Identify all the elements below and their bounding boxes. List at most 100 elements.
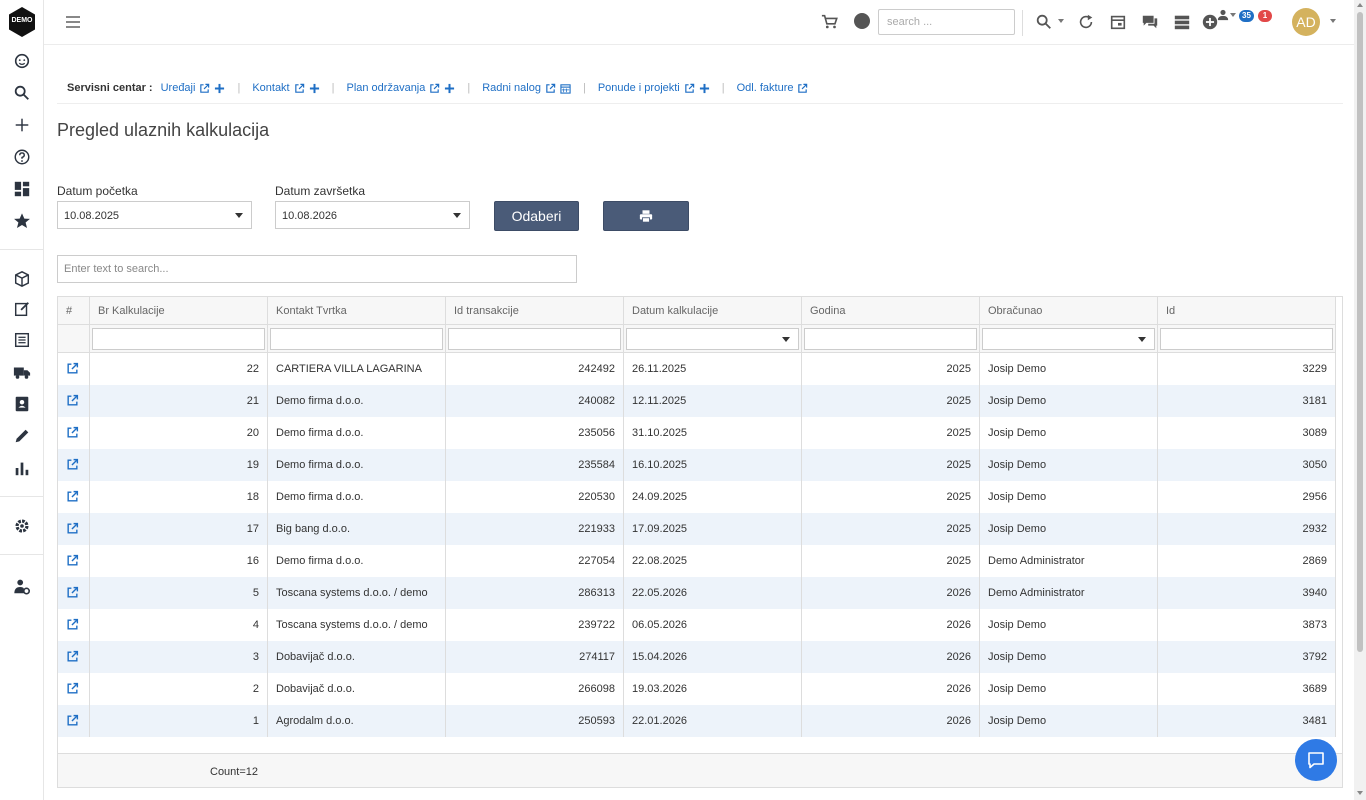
alerts-badge[interactable]: 1 xyxy=(1258,10,1272,22)
table-row[interactable]: 21 Demo firma d.o.o. 240082 12.11.2025 2025 J… xyxy=(58,385,1336,417)
column-header[interactable]: Br Kalkulacije xyxy=(90,297,268,324)
calendar-icon[interactable] xyxy=(1108,12,1128,32)
topbar: 35 1 AD xyxy=(44,0,1354,45)
printer-icon xyxy=(639,210,653,223)
cart-icon[interactable] xyxy=(820,12,840,32)
column-header[interactable]: Id transakcije xyxy=(446,297,624,324)
column-filter-input[interactable] xyxy=(270,327,443,350)
table-cell: Josip Demo xyxy=(980,449,1158,481)
external-link-icon[interactable] xyxy=(66,650,79,663)
top-search-input[interactable] xyxy=(878,9,1015,35)
external-link-icon[interactable] xyxy=(66,618,79,631)
table-row[interactable]: 20 Demo firma d.o.o. 235056 31.10.2025 2025 J… xyxy=(58,417,1336,449)
table-row[interactable]: 19 Demo firma d.o.o. 235584 16.10.2025 2025 J… xyxy=(58,449,1336,481)
table-row[interactable]: 16 Demo firma d.o.o. 227054 22.08.2025 2025 D… xyxy=(58,545,1336,577)
external-link-icon[interactable] xyxy=(66,682,79,695)
table-cell: Demo firma d.o.o. xyxy=(268,545,446,577)
calendar-icon[interactable] xyxy=(560,83,571,94)
scroll-thumb[interactable] xyxy=(1357,12,1363,652)
start-date-value: 10.08.2025 xyxy=(64,210,120,222)
demo-logo[interactable]: DEMO xyxy=(8,6,36,38)
search-icon[interactable] xyxy=(12,83,32,103)
help-icon[interactable] xyxy=(12,147,32,167)
user-settings-icon[interactable] xyxy=(12,577,32,597)
plus-icon[interactable] xyxy=(699,83,710,94)
notifications-badge[interactable]: 35 xyxy=(1239,10,1254,22)
table-row[interactable]: 18 Demo firma d.o.o. 220530 24.09.2025 2025 J… xyxy=(58,481,1336,513)
column-header[interactable]: Obračunao xyxy=(980,297,1158,324)
chat-support-button[interactable] xyxy=(1295,739,1337,781)
column-filter-input[interactable] xyxy=(92,327,265,350)
table-row[interactable]: 1 Agrodalm d.o.o. 250593 22.01.2026 2026 Josi… xyxy=(58,705,1336,737)
external-link-icon[interactable] xyxy=(66,586,79,599)
table-row[interactable]: 22 CARTIERA VILLA LAGARINA 242492 26.11.202… xyxy=(58,353,1336,385)
grid-search-input[interactable] xyxy=(57,255,577,283)
column-header[interactable]: Kontakt Tvrtka xyxy=(268,297,446,324)
server-list-icon[interactable] xyxy=(1172,12,1192,32)
bar-chart-icon[interactable] xyxy=(12,458,32,478)
column-filter-select[interactable] xyxy=(982,327,1155,350)
table-cell: 3689 xyxy=(1158,673,1336,705)
face-icon[interactable] xyxy=(12,51,32,71)
table-row[interactable]: 2 Dobavijač d.o.o. 266098 19.03.2026 2026 Jos… xyxy=(58,673,1336,705)
chevron-down-icon[interactable] xyxy=(1330,19,1336,23)
scroll-up-icon[interactable] xyxy=(1357,3,1363,7)
table-cell: 266098 xyxy=(446,673,624,705)
column-header[interactable]: Id xyxy=(1158,297,1336,324)
column-header[interactable]: Godina xyxy=(802,297,980,324)
column-filter-select[interactable] xyxy=(626,327,799,350)
list-icon[interactable] xyxy=(12,330,32,350)
user-notification-icon[interactable] xyxy=(1216,8,1230,22)
external-link-icon[interactable] xyxy=(66,554,79,567)
chat-messages-icon[interactable] xyxy=(1140,12,1160,32)
external-link-icon[interactable] xyxy=(66,714,79,727)
row-open-cell xyxy=(58,449,90,481)
dashboard-icon[interactable] xyxy=(12,179,32,199)
external-link-icon[interactable] xyxy=(66,362,79,375)
external-link-icon[interactable] xyxy=(66,490,79,503)
external-link-icon[interactable] xyxy=(66,522,79,535)
select-button[interactable]: Odaberi xyxy=(494,201,579,231)
table-row[interactable]: 4 Toscana systems d.o.o. / demo 239722 06.0… xyxy=(58,609,1336,641)
service-link[interactable]: Ponude i projekti xyxy=(598,82,710,94)
external-link-icon[interactable] xyxy=(66,426,79,439)
star-icon[interactable] xyxy=(12,211,32,231)
service-link[interactable]: Plan održavanja xyxy=(346,82,455,94)
status-indicator[interactable] xyxy=(854,13,870,29)
table-row[interactable]: 5 Toscana systems d.o.o. / demo 286313 22.0… xyxy=(58,577,1336,609)
external-link-icon[interactable] xyxy=(66,394,79,407)
service-link[interactable]: Uređaji xyxy=(161,82,226,94)
plus-icon[interactable] xyxy=(309,83,320,94)
edit-note-icon[interactable] xyxy=(12,299,32,319)
page-scrollbar[interactable] xyxy=(1354,0,1366,800)
external-link-icon[interactable] xyxy=(66,458,79,471)
contact-book-icon[interactable] xyxy=(12,394,32,414)
column-filter-input[interactable] xyxy=(448,327,621,350)
print-button[interactable] xyxy=(603,201,689,231)
table-row[interactable]: 3 Dobavijač d.o.o. 274117 15.04.2026 2026 Jos… xyxy=(58,641,1336,673)
end-date-select[interactable]: 10.08.2026 xyxy=(275,201,470,229)
avatar[interactable]: AD xyxy=(1292,8,1320,36)
refresh-icon[interactable] xyxy=(1076,12,1096,32)
column-header[interactable]: Datum kalkulacije xyxy=(624,297,802,324)
hamburger-menu-icon[interactable] xyxy=(64,13,82,31)
service-link[interactable]: Radni nalog xyxy=(482,82,571,94)
box-icon[interactable] xyxy=(12,269,32,289)
truck-icon[interactable] xyxy=(12,362,32,382)
chevron-down-icon[interactable] xyxy=(1058,19,1064,23)
column-filter-input[interactable] xyxy=(1160,327,1333,350)
scroll-down-icon[interactable] xyxy=(1357,791,1363,795)
column-header[interactable]: # xyxy=(58,297,90,324)
plus-icon[interactable] xyxy=(444,83,455,94)
table-row[interactable]: 17 Big bang d.o.o. 221933 17.09.2025 2025 Jos… xyxy=(58,513,1336,545)
service-link[interactable]: Odl. fakture xyxy=(737,82,809,94)
plus-icon[interactable] xyxy=(214,83,225,94)
pencil-icon[interactable] xyxy=(12,426,32,446)
advanced-search-icon[interactable] xyxy=(1034,12,1054,32)
column-filter-input[interactable] xyxy=(804,327,977,350)
start-date-select[interactable]: 10.08.2025 xyxy=(57,201,252,229)
service-link[interactable]: Kontakt xyxy=(252,82,319,94)
settings-gear-icon[interactable] xyxy=(12,516,32,536)
chevron-down-icon[interactable] xyxy=(1230,13,1236,17)
plus-icon[interactable] xyxy=(12,115,32,135)
